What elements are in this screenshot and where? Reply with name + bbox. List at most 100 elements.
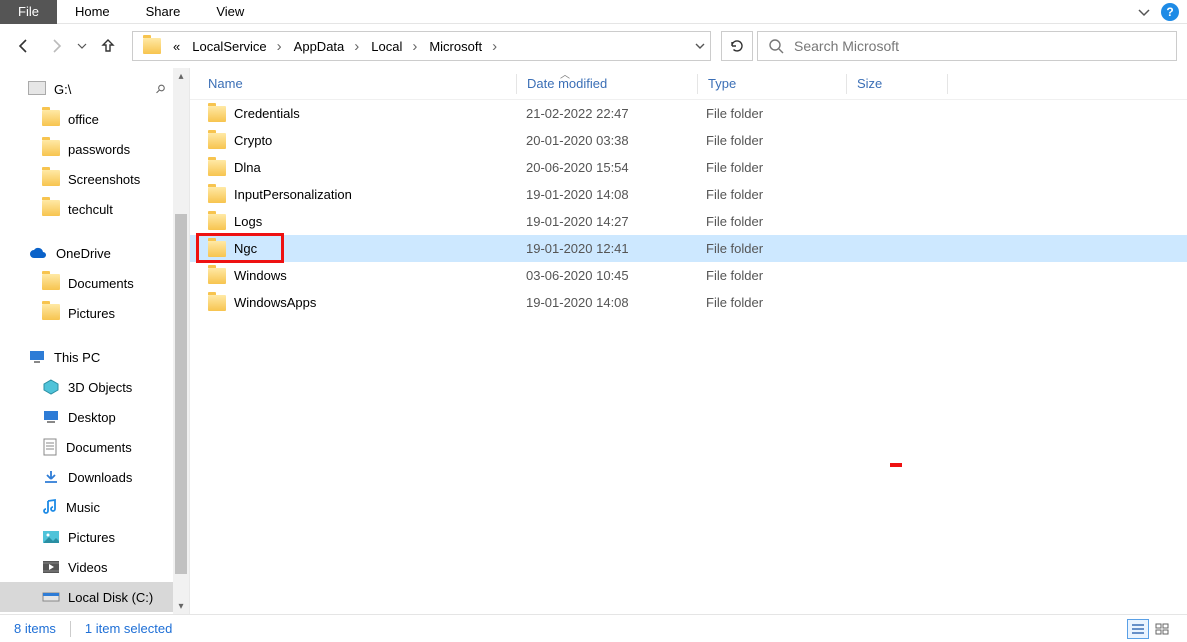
tree-item[interactable]: passwords [0,134,189,164]
status-selection: 1 item selected [85,621,172,636]
tree-item[interactable]: This PC [0,342,189,372]
tree-scrollbar[interactable]: ▴ ▾ [173,68,189,614]
file-name: Crypto [234,133,272,148]
tree-item-label: OneDrive [56,246,111,261]
sort-indicator-icon: ︿ [560,66,570,81]
scroll-up-icon[interactable]: ▴ [178,68,183,84]
breadcrumb-prefix: « [167,32,186,60]
tree-item[interactable]: Documents [0,432,189,462]
status-bar: 8 items 1 item selected [0,614,1187,642]
search-box[interactable] [757,31,1177,61]
view-thumbnails-button[interactable] [1151,619,1173,639]
recent-dropdown-icon[interactable] [74,32,90,60]
col-size[interactable]: Size [847,76,947,91]
file-list: ︿ Name Date modified Type Size Credentia… [190,68,1187,614]
scroll-thumb[interactable] [175,214,187,574]
search-input[interactable] [794,38,1166,54]
folder-icon [42,170,60,189]
tree-item-label: Desktop [68,410,116,425]
file-name: InputPersonalization [234,187,352,202]
tree-item-label: Local Disk (C:) [68,590,153,605]
tree-item-label: passwords [68,142,130,157]
view-details-button[interactable] [1127,619,1149,639]
breadcrumb-seg-1[interactable]: AppData [288,32,366,60]
tree-item[interactable]: Pictures [0,522,189,552]
col-date[interactable]: Date modified [517,76,697,91]
table-row[interactable]: Ngc19-01-2020 12:41File folder [190,235,1187,262]
scroll-down-icon[interactable]: ▾ [178,598,183,614]
tree-item[interactable]: Local Disk (C:) [0,582,189,612]
tree-item[interactable]: Pictures [0,298,189,328]
file-name: Dlna [234,160,261,175]
folder-icon [208,268,226,284]
column-headers: ︿ Name Date modified Type Size [190,68,1187,100]
folder-icon [208,241,226,257]
folder-icon [208,160,226,176]
ribbon-tab-view[interactable]: View [198,0,262,24]
ribbon-tab-file[interactable]: File [0,0,57,24]
tree-item-label: G:\ [54,82,71,97]
ribbon-tab-share[interactable]: Share [128,0,199,24]
file-type: File folder [696,214,844,229]
tree-item[interactable]: OneDrive [0,238,189,268]
table-row[interactable]: Credentials21-02-2022 22:47File folder [190,100,1187,127]
file-type: File folder [696,268,844,283]
breadcrumb-folder-icon[interactable] [137,32,167,60]
help-icon[interactable]: ? [1161,3,1179,21]
videos-icon [42,559,60,575]
tree-item[interactable]: G:\⚲ [0,74,189,104]
tree-item-label: office [68,112,99,127]
file-type: File folder [696,106,844,121]
ribbon: File Home Share View ? [0,0,1187,24]
tree-item-label: Screenshots [68,172,140,187]
nav-row: « LocalService AppData Local Microsoft [0,24,1187,68]
tree-item[interactable]: 3D Objects [0,372,189,402]
folder-icon [208,106,226,122]
file-date: 20-06-2020 15:54 [516,160,696,175]
file-name: Logs [234,214,262,229]
folder-icon [208,214,226,230]
folder-icon [42,304,60,323]
table-row[interactable]: Windows03-06-2020 10:45File folder [190,262,1187,289]
3d-icon [42,379,60,395]
tree-item[interactable]: Desktop [0,402,189,432]
refresh-button[interactable] [721,31,753,61]
ribbon-tab-home[interactable]: Home [57,0,128,24]
tree-item-label: Documents [68,276,134,291]
col-type[interactable]: Type [698,76,846,91]
ribbon-expand-icon[interactable] [1137,5,1151,19]
tree-item-label: Downloads [68,470,132,485]
tree-item[interactable]: Screenshots [0,164,189,194]
back-button[interactable] [10,32,38,60]
address-dropdown-icon[interactable] [694,40,706,52]
file-date: 19-01-2020 12:41 [516,241,696,256]
tree-item[interactable]: office [0,104,189,134]
file-date: 19-01-2020 14:27 [516,214,696,229]
desktop-icon [42,409,60,425]
tree-item[interactable]: Music [0,492,189,522]
tree-item[interactable]: Documents [0,268,189,298]
up-button[interactable] [94,32,122,60]
breadcrumb-seg-3[interactable]: Microsoft [423,32,503,60]
table-row[interactable]: Dlna20-06-2020 15:54File folder [190,154,1187,181]
status-count: 8 items [14,621,56,636]
table-row[interactable]: Crypto20-01-2020 03:38File folder [190,127,1187,154]
file-date: 20-01-2020 03:38 [516,133,696,148]
tree-item[interactable]: Downloads [0,462,189,492]
folder-icon [42,140,60,159]
table-row[interactable]: WindowsApps19-01-2020 14:08File folder [190,289,1187,316]
file-date: 19-01-2020 14:08 [516,295,696,310]
table-row[interactable]: InputPersonalization19-01-2020 14:08File… [190,181,1187,208]
tree-item[interactable]: techcult [0,194,189,224]
forward-button[interactable] [42,32,70,60]
tree-item-label: This PC [54,350,100,365]
breadcrumb-seg-2[interactable]: Local [365,32,423,60]
col-name[interactable]: Name [190,76,516,91]
tree-item[interactable]: Videos [0,552,189,582]
folder-icon [42,274,60,293]
file-type: File folder [696,187,844,202]
folder-icon [208,133,226,149]
address-bar[interactable]: « LocalService AppData Local Microsoft [132,31,711,61]
table-row[interactable]: Logs 19-01-2020 14:27File folder [190,208,1187,235]
breadcrumb-seg-0[interactable]: LocalService [186,32,287,60]
